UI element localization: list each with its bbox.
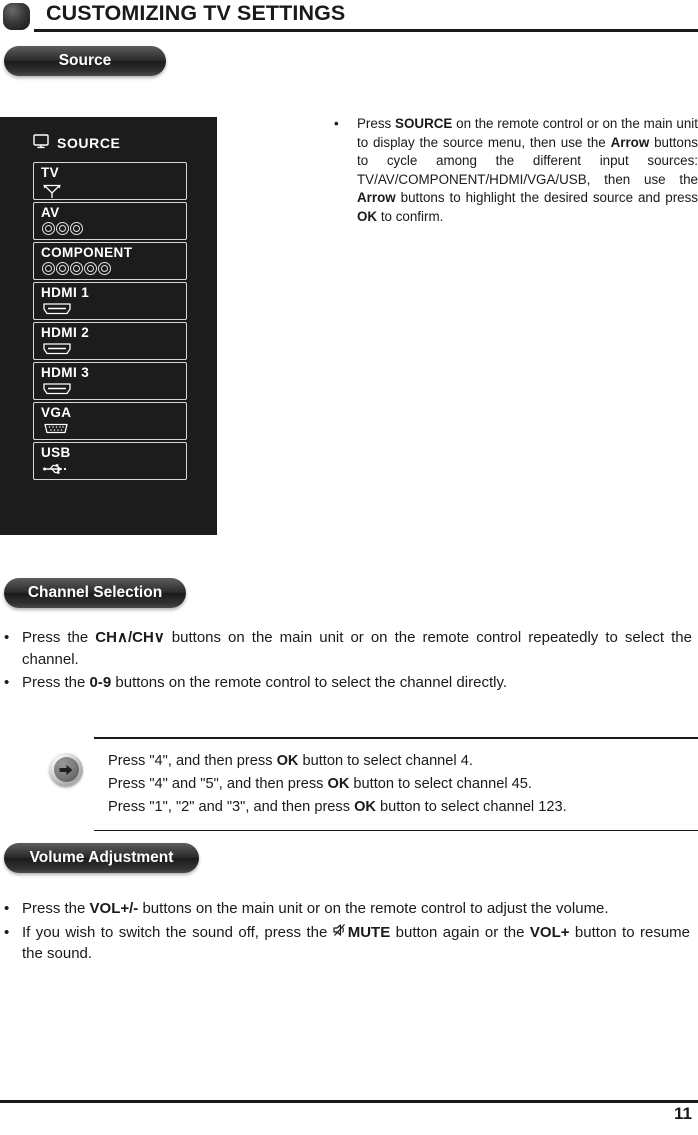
note-box: Press "4", and then press OK button to s… — [49, 737, 698, 832]
text-run: button to select channel 123. — [375, 798, 567, 815]
text-run: Press the — [22, 900, 90, 917]
text-run: to confirm. — [377, 208, 444, 224]
text-run: Press — [357, 116, 396, 131]
text-run-bold: VOL+ — [529, 923, 570, 941]
source-item-av[interactable]: AV — [33, 202, 187, 240]
source-item-hdmi-2[interactable]: HDMI 2 — [33, 322, 187, 360]
section-header-volume-label: Volume Adjustment — [29, 848, 174, 866]
chevron-down-icon: ∨ — [153, 629, 165, 646]
vga-connector-icon — [42, 422, 70, 441]
list-item: • Press the CH∧/CH∨ buttons on the main u… — [0, 627, 692, 670]
source-instruction-text: • Press SOURCE on the remote control or … — [334, 115, 698, 227]
source-item-label: HDMI 2 — [41, 325, 90, 340]
chevron-up-icon: ∧ — [116, 629, 128, 646]
mute-speaker-icon — [333, 922, 348, 944]
bullet-marker: • — [4, 629, 10, 646]
note-line: Press "4" and "5", and then press OK but… — [94, 773, 698, 796]
channel-selection-list: • Press the CH∧/CH∨ buttons on the main u… — [0, 627, 694, 696]
source-menu-panel: SOURCE TV AV COMPONENT HDMI 1 HDMI 2 HDM… — [0, 117, 217, 535]
text-run: button again or the — [390, 923, 530, 941]
source-item-component[interactable]: COMPONENT — [33, 242, 187, 280]
section-header-source: Source — [4, 46, 166, 76]
manual-page: CUSTOMIZING TV SETTINGS Source SOURCE TV — [0, 0, 698, 1135]
source-menu-heading-label: SOURCE — [57, 135, 121, 151]
source-menu-heading: SOURCE — [33, 134, 121, 152]
text-run: button to select channel 4. — [298, 752, 473, 769]
source-item-vga[interactable]: VGA — [33, 402, 187, 440]
source-item-label: USB — [41, 445, 71, 460]
text-run-bold: OK — [357, 208, 378, 224]
note-bottom-rule — [94, 829, 698, 832]
text-run: Press "4" and "5", and then press — [108, 775, 328, 792]
source-item-label: VGA — [41, 405, 72, 420]
text-run-bold: /CH — [127, 629, 154, 646]
text-run: Press the — [22, 629, 96, 646]
rca-jacks-3-icon — [42, 222, 83, 235]
bullet-marker: • — [4, 923, 10, 941]
text-run: buttons to highlight the desired source … — [395, 190, 698, 206]
text-run: If you wish to switch the sound off, pre… — [22, 923, 333, 941]
text-run-bold: SOURCE — [395, 116, 453, 131]
text-run-bold: CH — [95, 629, 117, 646]
source-item-label: COMPONENT — [41, 245, 133, 260]
volume-adjustment-list: • Press the VOL+/- buttons on the main un… — [0, 898, 694, 967]
footer-rule — [0, 1100, 698, 1103]
text-run: Press the — [22, 674, 90, 691]
text-run-bold: Arrow — [610, 134, 650, 150]
source-item-label: HDMI 3 — [41, 365, 90, 380]
source-item-hdmi-1[interactable]: HDMI 1 — [33, 282, 187, 320]
section-header-channel-label: Channel Selection — [27, 583, 163, 601]
antenna-icon — [42, 182, 62, 204]
text-run: Press "1", "2" and "3", and then press — [108, 798, 355, 815]
bullet-marker: • — [334, 116, 339, 131]
note-line: Press "1", "2" and "3", and then press O… — [94, 796, 698, 819]
source-item-label: TV — [41, 165, 60, 180]
section-header-volume-adjustment: Volume Adjustment — [4, 843, 199, 873]
section-header-source-label: Source — [58, 51, 112, 69]
text-run-bold: Arrow — [357, 190, 396, 206]
list-item: • If you wish to switch the sound off, pr… — [0, 922, 690, 965]
list-item: • Press the 0-9 buttons on the remote con… — [0, 672, 694, 694]
hdmi-connector-icon — [42, 342, 72, 361]
section-header-channel-selection: Channel Selection — [4, 578, 186, 608]
note-content: Press "4", and then press OK button to s… — [49, 739, 698, 830]
usb-icon — [42, 462, 70, 481]
page-title: CUSTOMIZING TV SETTINGS — [46, 1, 346, 25]
text-run-bold: OK — [327, 775, 350, 792]
source-instruction-body: Press SOURCE on the remote control or on… — [334, 115, 698, 227]
text-run-bold: MUTE — [347, 923, 391, 941]
text-run-bold: OK — [354, 798, 376, 815]
text-run-bold: OK — [276, 752, 299, 769]
page-number: 11 — [674, 1104, 692, 1123]
list-item: • Press the VOL+/- buttons on the main un… — [0, 898, 690, 920]
source-item-hdmi-3[interactable]: HDMI 3 — [33, 362, 187, 400]
bullet-marker: • — [4, 674, 10, 691]
text-run: buttons on the main unit or on the remot… — [138, 900, 609, 917]
text-run: buttons on the remote control to select … — [111, 674, 507, 691]
hdmi-connector-icon — [42, 302, 72, 321]
text-run-bold: 0-9 — [89, 674, 112, 691]
source-item-usb[interactable]: USB — [33, 442, 187, 480]
source-item-label: HDMI 1 — [41, 285, 90, 300]
source-input-list: TV AV COMPONENT HDMI 1 HDMI 2 HDMI 3 VGA… — [33, 162, 187, 482]
hdmi-connector-icon — [42, 382, 72, 401]
monitor-icon — [33, 134, 49, 152]
bullet-marker: • — [4, 900, 10, 917]
source-item-label: AV — [41, 205, 60, 220]
rca-jacks-5-icon — [42, 262, 111, 275]
note-line: Press "4", and then press OK button to s… — [94, 750, 698, 773]
rounded-square-badge-icon — [3, 3, 30, 30]
title-underline — [34, 29, 698, 32]
source-item-tv[interactable]: TV — [33, 162, 187, 200]
text-run: button to select channel 45. — [349, 775, 532, 792]
text-run-bold: VOL+/- — [89, 900, 139, 917]
arrow-right-circle-icon — [49, 752, 83, 787]
page-header: CUSTOMIZING TV SETTINGS — [0, 0, 698, 34]
text-run: Press "4", and then press — [108, 752, 277, 769]
